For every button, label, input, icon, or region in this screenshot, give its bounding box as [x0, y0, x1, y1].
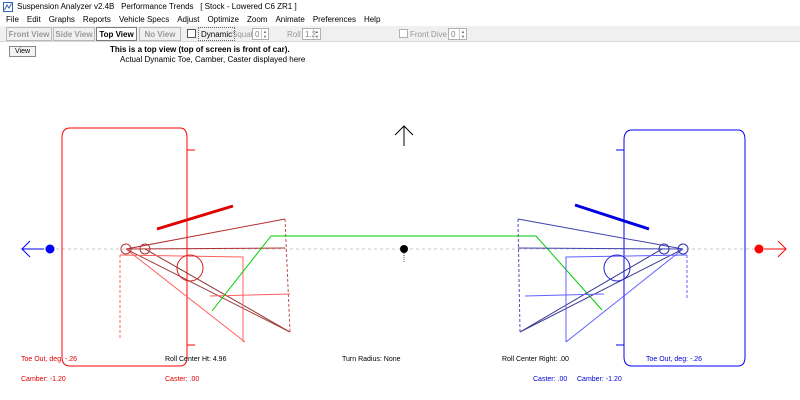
left-caster-readout: Caster: .00: [165, 376, 200, 383]
right-toe-readout: Toe Out, deg: -.26: [646, 356, 703, 363]
menu-animate[interactable]: Animate: [271, 15, 308, 24]
right-caster-readout: Caster: .00: [533, 376, 568, 383]
top-view-button[interactable]: Top View: [96, 27, 137, 41]
menu-bar: File Edit Graphs Reports Vehicle Specs A…: [0, 13, 800, 26]
dynamic-label: Dynamic: [198, 27, 236, 41]
roll-label: Roll: [287, 29, 301, 39]
menu-zoom[interactable]: Zoom: [243, 15, 271, 24]
center-of-gravity-dot: [400, 245, 408, 253]
app-icon: [3, 1, 13, 12]
menu-vehicle-specs[interactable]: Vehicle Specs: [115, 15, 173, 24]
menu-optimize[interactable]: Optimize: [203, 15, 243, 24]
no-view-button[interactable]: No View: [139, 27, 181, 41]
right-camber-indicator: [574, 203, 650, 231]
right-outer-pivot: [658, 243, 670, 255]
spin-down-icon[interactable]: ▼: [460, 34, 466, 39]
squat-spinner[interactable]: 0 ▲ ▼: [252, 28, 269, 40]
front-dive-label: Front Dive: [410, 29, 447, 39]
squat-value: 0: [255, 29, 260, 39]
left-camber-indicator: [156, 204, 234, 231]
left-shock-circle: [176, 254, 204, 282]
left-toe-readout: Toe Out, deg: -.26: [21, 356, 78, 363]
right-roll-center-dot: [754, 244, 764, 254]
dynamic-checkbox[interactable]: [187, 29, 196, 38]
left-inner-pivot: [120, 243, 132, 255]
spin-down-icon[interactable]: ▼: [262, 34, 268, 39]
view-description: This is a top view (top of screen is fro…: [110, 45, 290, 54]
roll-center-height-readout: Roll Center Ht: 4.96: [165, 356, 227, 363]
menu-preferences[interactable]: Preferences: [309, 15, 360, 24]
turn-radius-readout: Turn Radius: None: [342, 356, 401, 363]
toolbar: Front View Side View Top View No View Dy…: [0, 26, 800, 42]
left-tire-outline: [61, 127, 188, 367]
view-subdescription: Actual Dynamic Toe, Camber, Caster displ…: [120, 55, 306, 64]
left-roll-center-dot: [45, 244, 55, 254]
forward-arrow-icon: [394, 125, 414, 146]
roll-center-right-readout: Roll Center Right: .00: [502, 356, 569, 363]
roll-center-line: [211, 235, 603, 312]
right-tire-outline: [623, 129, 746, 367]
left-suspension: [21, 127, 291, 367]
left-camber-readout: Camber: -1.20: [21, 376, 66, 383]
right-suspension: [517, 129, 787, 367]
right-inner-pivot: [677, 243, 689, 255]
view-button[interactable]: View: [9, 46, 36, 57]
squat-label: Squat: [232, 29, 253, 39]
front-dive-value: 0: [451, 29, 456, 39]
menu-graphs[interactable]: Graphs: [45, 15, 79, 24]
left-outer-pivot: [139, 243, 151, 255]
menu-edit[interactable]: Edit: [23, 15, 45, 24]
window-title: Suspension Analyzer v2.4B Performance Tr…: [17, 2, 297, 11]
roll-spinner[interactable]: 1.2 ▲ ▼: [302, 28, 321, 40]
right-shock-circle: [603, 254, 631, 282]
menu-file[interactable]: File: [2, 15, 23, 24]
menu-reports[interactable]: Reports: [79, 15, 115, 24]
front-dive-spinner[interactable]: 0 ▲ ▼: [448, 28, 467, 40]
side-view-button[interactable]: Side View: [53, 27, 95, 41]
title-bar: Suspension Analyzer v2.4B Performance Tr…: [0, 0, 800, 13]
right-camber-readout: Camber: -1.20: [577, 376, 622, 383]
menu-help[interactable]: Help: [360, 15, 384, 24]
menu-adjust[interactable]: Adjust: [173, 15, 203, 24]
front-dive-checkbox[interactable]: [399, 29, 408, 38]
front-view-button[interactable]: Front View: [6, 27, 52, 41]
spin-down-icon[interactable]: ▼: [314, 34, 320, 39]
